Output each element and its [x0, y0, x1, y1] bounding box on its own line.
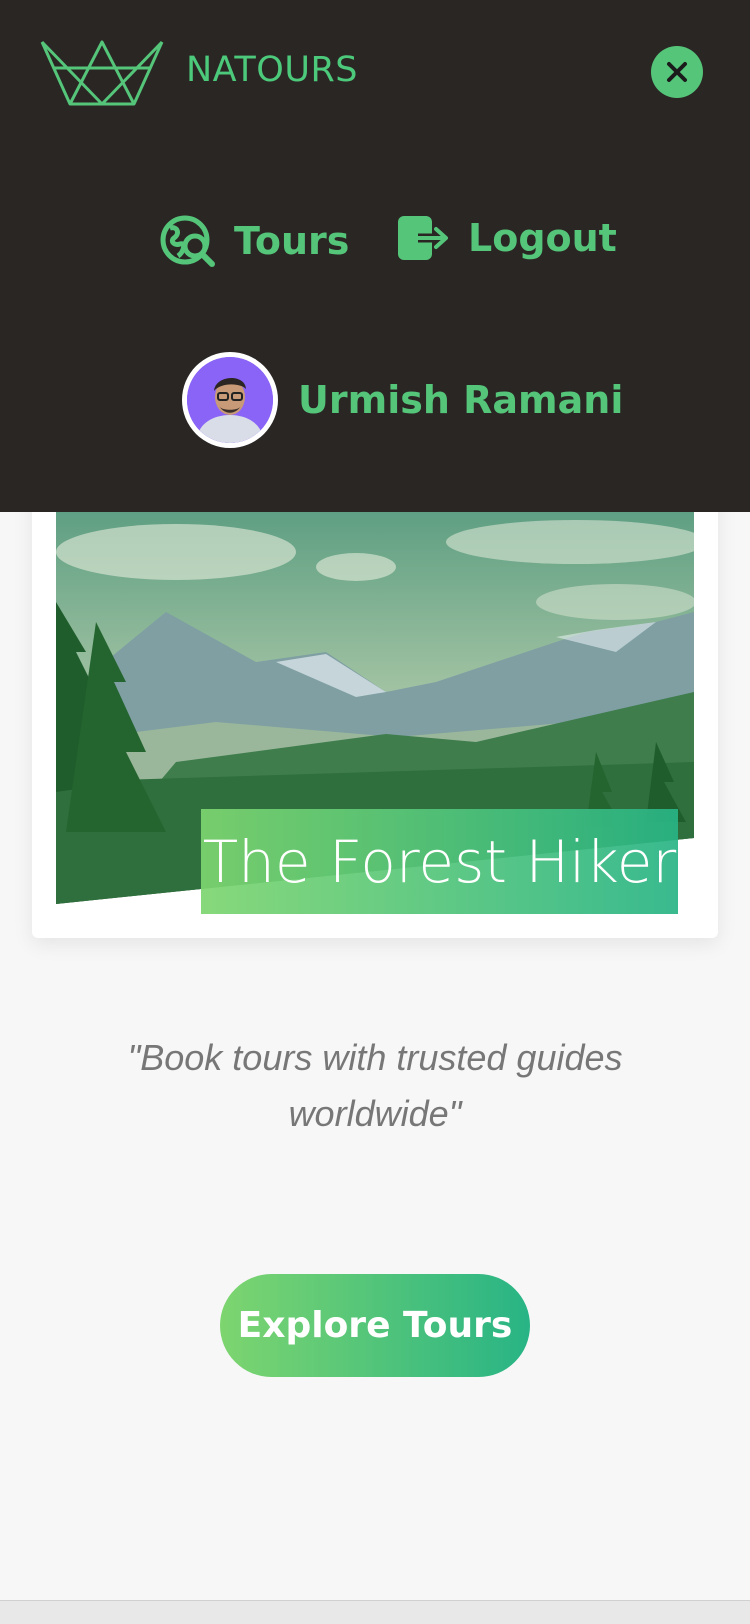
browser-bottom-bar [0, 1600, 750, 1624]
nav-tours-link[interactable]: Tours [160, 214, 349, 268]
nav-tours-label: Tours [234, 219, 350, 263]
avatar[interactable] [182, 352, 278, 448]
close-menu-button[interactable] [651, 46, 703, 98]
explore-tours-button[interactable]: Explore Tours [220, 1274, 530, 1377]
page: NATOURS Tours Logout Urmish Ramani The F… [0, 0, 750, 1624]
user-avatar-image [187, 357, 273, 443]
nav-logout-label: Logout [468, 216, 617, 260]
crown-logo-icon[interactable] [40, 40, 164, 106]
user-profile-link[interactable]: Urmish Ramani [182, 352, 623, 448]
user-name: Urmish Ramani [298, 378, 624, 422]
tagline: "Book tours with trusted guides worldwid… [127, 1037, 623, 1134]
logout-icon [398, 216, 448, 260]
tour-title: The Forest Hiker [201, 809, 678, 914]
globe-search-icon [160, 215, 215, 267]
nav-logout-link[interactable]: Logout [396, 214, 617, 262]
close-icon [667, 62, 687, 82]
brand-name[interactable]: NATOURS [186, 50, 358, 90]
mobile-nav: NATOURS Tours Logout Urmish Ramani [0, 0, 750, 512]
